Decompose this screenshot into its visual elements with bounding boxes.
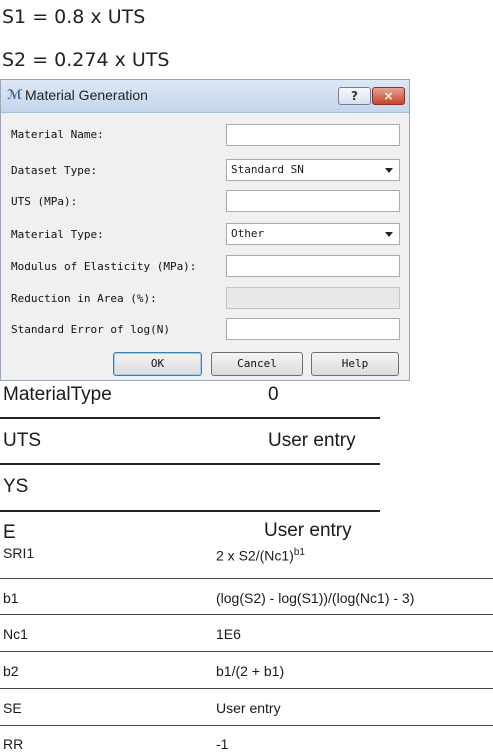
reduction-in-area-label: Reduction in Area (%):	[11, 292, 157, 305]
dataset-type-value: Standard SN	[231, 163, 304, 176]
dropdown-arrow-icon	[385, 168, 393, 173]
table2-label-b1: b1	[3, 590, 19, 606]
material-type-select[interactable]: Other	[226, 223, 400, 245]
modulus-input[interactable]	[226, 255, 400, 277]
table2-value-se: User entry	[216, 700, 281, 716]
material-type-value: Other	[231, 227, 265, 240]
table1-label-materialtype: MaterialType	[3, 384, 112, 405]
table2-divider	[0, 614, 493, 615]
help-button[interactable]: Help	[311, 352, 399, 376]
table1-label-uts: UTS	[3, 430, 41, 451]
table2-divider	[0, 651, 493, 652]
material-type-label: Material Type:	[11, 228, 104, 241]
material-icon: ℳ	[7, 88, 23, 103]
table2-value-nc1: 1E6	[216, 626, 241, 642]
close-button[interactable]: ×	[372, 87, 405, 105]
table2-divider	[0, 578, 493, 579]
table2-divider	[0, 725, 493, 726]
table1-value-uts: User entry	[268, 430, 356, 451]
formula-s1: S1 = 0.8 x UTS	[2, 6, 146, 28]
modulus-label: Modulus of Elasticity (MPa):	[11, 260, 197, 273]
material-name-input[interactable]	[226, 124, 400, 146]
dialog-title: Material Generation	[25, 87, 148, 103]
dataset-type-label: Dataset Type:	[11, 164, 98, 177]
table2-label-sri1: SRI1	[3, 545, 35, 561]
table1-value-materialtype: 0	[268, 384, 279, 405]
dropdown-arrow-icon	[385, 232, 393, 237]
table1-label-e: E	[3, 522, 16, 543]
table1-divider	[0, 463, 380, 465]
table2-value-sri1-sup: b1	[293, 547, 305, 558]
ok-button[interactable]: OK	[113, 352, 202, 376]
dataset-type-select[interactable]: Standard SN	[226, 159, 400, 181]
table2-label-rr: RR	[3, 736, 24, 752]
table2-value-b2: b1/(2 + b1)	[216, 663, 285, 679]
table2-value-b1: (log(S2) - log(S1))/(log(Nc1) - 3)	[216, 590, 415, 606]
table2-label-nc1: Nc1	[3, 626, 28, 642]
uts-input[interactable]	[226, 190, 400, 212]
formula-s2: S2 = 0.274 x UTS	[2, 49, 170, 71]
table2-label-b2: b2	[3, 663, 19, 679]
cancel-button[interactable]: Cancel	[211, 352, 303, 376]
table2-divider	[0, 688, 493, 689]
reduction-in-area-input[interactable]	[226, 287, 400, 309]
table2-value-sri1-main: 2 x S2/(Nc1)	[216, 547, 294, 564]
table1-divider	[0, 417, 380, 419]
titlebar-help-button[interactable]: ?	[338, 87, 371, 105]
table2-value-rr: -1	[216, 736, 229, 752]
table1-value-e: User entry	[264, 520, 352, 541]
table1-label-ys: YS	[3, 476, 29, 497]
dialog-titlebar[interactable]: ℳ Material Generation ? ×	[1, 80, 409, 113]
uts-label: UTS (MPa):	[11, 195, 78, 208]
material-generation-dialog: ℳ Material Generation ? × Material Name:…	[0, 79, 410, 381]
standard-error-label: Standard Error of log(N)	[11, 323, 170, 336]
standard-error-input[interactable]	[226, 318, 400, 340]
table2-label-se: SE	[3, 700, 22, 716]
table2-value-sri1: 2 x S2/(Nc1)b1	[216, 547, 305, 564]
material-name-label: Material Name:	[11, 128, 104, 141]
table1-divider	[0, 510, 380, 512]
